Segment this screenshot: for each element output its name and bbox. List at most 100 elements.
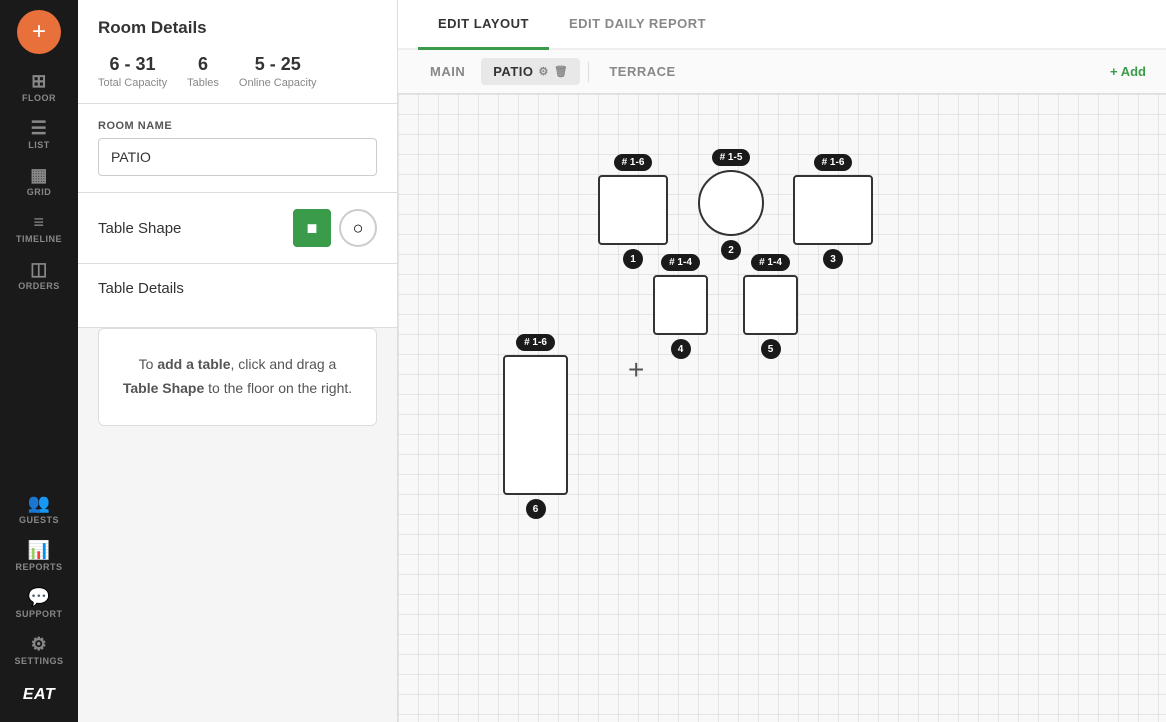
room-tab-terrace[interactable]: TERRACE: [597, 58, 687, 85]
sidebar-label-settings: SETTINGS: [14, 656, 63, 666]
timeline-icon: ≡: [33, 213, 44, 231]
room-panel-header: Room Details 6 - 31 Total Capacity 6 Tab…: [78, 0, 397, 104]
sidebar-label-floor: FLOOR: [22, 93, 56, 103]
table-item[interactable]: # 1-5 2: [698, 149, 764, 260]
sidebar-item-guests[interactable]: 👥 GUESTS: [0, 486, 78, 533]
gear-icon[interactable]: ⚙: [539, 65, 549, 78]
guests-icon: 👥: [28, 494, 51, 512]
sidebar-brand: eat: [0, 678, 78, 712]
hint-text-before: To: [139, 356, 158, 372]
main-content: EDIT LAYOUT EDIT DAILY REPORT MAIN PATIO…: [398, 0, 1166, 722]
table-item[interactable]: # 1-6 1: [598, 154, 668, 269]
stat-online-capacity: 5 - 25 Online Capacity: [239, 54, 317, 89]
room-name-section: ROOM NAME: [78, 104, 397, 193]
table-number-badge: 5: [761, 339, 781, 359]
floor-icon: ⊞: [31, 72, 47, 90]
settings-icon: ⚙: [31, 635, 48, 653]
stat-tables-label: Tables: [187, 77, 219, 89]
table-number-badge: 1: [623, 249, 643, 269]
room-panel-title: Room Details: [98, 18, 377, 38]
stat-tables: 6 Tables: [187, 54, 219, 89]
add-table-icon: +: [628, 354, 644, 386]
table-badge: # 1-6: [814, 154, 853, 171]
room-tab-main[interactable]: MAIN: [418, 58, 477, 85]
table-shape-label: Table Shape: [98, 220, 181, 237]
grid-icon: ▦: [30, 166, 48, 184]
sidebar-label-reports: REPORTS: [15, 562, 62, 572]
plus-icon: +: [32, 18, 46, 46]
stat-total-capacity: 6 - 31 Total Capacity: [98, 54, 167, 89]
add-button[interactable]: +: [17, 10, 61, 54]
sidebar-item-settings[interactable]: ⚙ SETTINGS: [0, 627, 78, 674]
room-stats: 6 - 31 Total Capacity 6 Tables 5 - 25 On…: [98, 54, 377, 89]
brand-label: eat: [23, 686, 55, 704]
rect-icon: ■: [307, 218, 318, 239]
hint-text-mid: , click and drag a: [230, 356, 336, 372]
sidebar-label-guests: GUESTS: [19, 515, 59, 525]
sidebar: + ⊞ FLOOR ☰ LIST ▦ GRID ≡ TIMELINE ◫ ORD…: [0, 0, 78, 722]
table-details-section: Table Details: [78, 264, 397, 328]
table-item[interactable]: # 1-44: [653, 254, 708, 359]
sidebar-item-support[interactable]: 💬 SUPPORT: [0, 580, 78, 627]
top-tabs: EDIT LAYOUT EDIT DAILY REPORT: [418, 0, 726, 48]
table-number-badge: 2: [721, 240, 741, 260]
delete-tab-icon[interactable]: 🗑: [554, 65, 568, 78]
table-shape[interactable]: [653, 275, 708, 335]
shape-rect-button[interactable]: ■: [293, 209, 331, 247]
table-item[interactable]: # 1-6 3: [793, 154, 873, 269]
sidebar-label-orders: ORDERS: [18, 281, 60, 291]
sidebar-label-support: SUPPORT: [15, 609, 62, 619]
room-tab-patio[interactable]: PATIO ⚙ 🗑: [481, 58, 580, 85]
table-item[interactable]: # 1-66: [503, 334, 568, 519]
orders-icon: ◫: [30, 260, 48, 278]
table-shape-row: Table Shape ■ ○: [98, 209, 377, 247]
table-number-badge: 3: [823, 249, 843, 269]
sidebar-item-grid[interactable]: ▦ GRID: [0, 158, 78, 205]
patio-tab-label: PATIO: [493, 64, 533, 79]
stat-online-capacity-value: 5 - 25: [255, 54, 301, 75]
sidebar-label-list: LIST: [28, 140, 50, 150]
list-icon: ☰: [31, 119, 48, 137]
floor-canvas[interactable]: + # 1-6 1 # 1-5 2 # 1-6 3 # 1-44 # 1-4 5 # 1-66: [398, 94, 1166, 722]
tab-edit-layout[interactable]: EDIT LAYOUT: [418, 0, 549, 50]
hint-bold-table-shape: Table Shape: [123, 380, 204, 396]
table-shape[interactable]: [503, 355, 568, 495]
hint-text-after: to the floor on the right.: [204, 380, 352, 396]
room-name-label: ROOM NAME: [98, 120, 377, 132]
sidebar-label-grid: GRID: [27, 187, 52, 197]
sidebar-item-reports[interactable]: 📊 REPORTS: [0, 533, 78, 580]
shape-circle-button[interactable]: ○: [339, 209, 377, 247]
add-room-button[interactable]: + Add: [1110, 64, 1146, 79]
tab-edit-daily-report[interactable]: EDIT DAILY REPORT: [549, 0, 726, 50]
table-number-badge: 6: [526, 499, 546, 519]
sidebar-item-timeline[interactable]: ≡ TIMELINE: [0, 205, 78, 252]
table-shape[interactable]: [793, 175, 873, 245]
top-bar: EDIT LAYOUT EDIT DAILY REPORT: [398, 0, 1166, 50]
table-badge: # 1-6: [614, 154, 653, 171]
table-details-label: Table Details: [98, 280, 377, 297]
table-badge: # 1-5: [712, 149, 751, 166]
stat-total-capacity-label: Total Capacity: [98, 77, 167, 89]
table-shape[interactable]: [598, 175, 668, 245]
table-shape-section: Table Shape ■ ○: [78, 193, 397, 264]
table-number-badge: 4: [671, 339, 691, 359]
stat-total-capacity-value: 6 - 31: [110, 54, 156, 75]
table-shape[interactable]: [698, 170, 764, 236]
table-shape[interactable]: [743, 275, 798, 335]
table-badge: # 1-4: [751, 254, 790, 271]
sidebar-item-list[interactable]: ☰ LIST: [0, 111, 78, 158]
sidebar-label-timeline: TIMELINE: [16, 234, 62, 244]
stat-online-capacity-label: Online Capacity: [239, 77, 317, 89]
room-tabs-bar: MAIN PATIO ⚙ 🗑 TERRACE + Add: [398, 50, 1166, 94]
shape-buttons: ■ ○: [293, 209, 377, 247]
sidebar-item-floor[interactable]: ⊞ FLOOR: [0, 64, 78, 111]
sidebar-item-orders[interactable]: ◫ ORDERS: [0, 252, 78, 299]
support-icon: 💬: [28, 588, 51, 606]
circle-icon: ○: [353, 218, 364, 239]
tab-divider: [588, 62, 589, 82]
room-name-input[interactable]: [98, 138, 377, 176]
stat-tables-value: 6: [198, 54, 208, 75]
table-item[interactable]: # 1-4 5: [743, 254, 798, 359]
reports-icon: 📊: [28, 541, 51, 559]
room-panel: Room Details 6 - 31 Total Capacity 6 Tab…: [78, 0, 398, 722]
